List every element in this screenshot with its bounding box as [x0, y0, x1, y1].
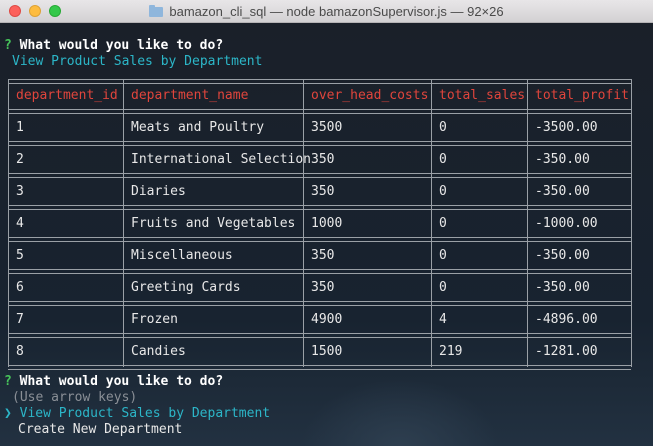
- folder-icon: [149, 5, 164, 17]
- table-row-border: [8, 369, 631, 370]
- table-row-border: [8, 269, 631, 270]
- table-row-border: [8, 173, 631, 174]
- column-header: department_id: [16, 88, 118, 103]
- table-column-border: [431, 79, 432, 367]
- column-header: over_head_costs: [311, 88, 429, 103]
- table-cell: 8: [16, 344, 24, 359]
- table-cell: 0: [439, 248, 447, 263]
- prompt-question: What would you like to do?: [19, 374, 224, 389]
- table-row-border: [8, 301, 631, 302]
- prompt-hint: (Use arrow keys): [12, 390, 138, 405]
- table-cell: 1: [16, 120, 24, 135]
- table-cell: Candies: [131, 344, 186, 359]
- table-cell: 1000: [311, 216, 343, 231]
- table-cell: 0: [439, 152, 447, 167]
- table-row-border: [8, 177, 631, 178]
- column-header: total_sales: [439, 88, 526, 103]
- menu-option[interactable]: Create New Department: [18, 422, 182, 438]
- table-row-border: [8, 109, 631, 110]
- table-cell: -4896.00: [535, 312, 598, 327]
- table-row-border: [8, 365, 631, 366]
- menu-option-label: Create New Department: [18, 422, 183, 437]
- table-row-border: [8, 141, 631, 142]
- table-cell: -350.00: [535, 152, 590, 167]
- table-cell: -1000.00: [535, 216, 598, 231]
- column-header: total_profit: [535, 88, 629, 103]
- table-row-border: [8, 333, 631, 334]
- table-cell: -350.00: [535, 280, 590, 295]
- table-row-border: [8, 237, 631, 238]
- table-cell: International Selection: [131, 152, 312, 167]
- table-cell: 350: [311, 184, 335, 199]
- table-row-border: [8, 273, 631, 274]
- terminal-window: bamazon_cli_sql — node bamazonSupervisor…: [0, 0, 653, 446]
- prompt-mark: ?: [4, 374, 12, 389]
- table-row-border: [8, 305, 631, 306]
- table-cell: 0: [439, 216, 447, 231]
- table-top-border: [8, 83, 631, 84]
- table-cell: 3500: [311, 120, 343, 135]
- table-cell: -3500.00: [535, 120, 598, 135]
- menu-option-selected[interactable]: ❯ View Product Sales by Department: [4, 406, 270, 422]
- table-column-border: [527, 79, 528, 367]
- table-cell: 1500: [311, 344, 343, 359]
- table-cell: 219: [439, 344, 463, 359]
- table-cell: 4: [439, 312, 447, 327]
- table-cell: Diaries: [131, 184, 186, 199]
- table-row-border: [8, 209, 631, 210]
- title-bar[interactable]: bamazon_cli_sql — node bamazonSupervisor…: [0, 0, 653, 23]
- table-row-border: [8, 241, 631, 242]
- prompt-question: What would you like to do?: [19, 38, 224, 53]
- table-cell: 6: [16, 280, 24, 295]
- prompt-mark: ?: [4, 38, 12, 53]
- table-cell: Meats and Poultry: [131, 120, 265, 135]
- table-cell: 0: [439, 280, 447, 295]
- table-cell: 350: [311, 248, 335, 263]
- table-cell: Greeting Cards: [131, 280, 241, 295]
- prompt-answer: View Product Sales by Department: [12, 54, 263, 69]
- table-cell: Miscellaneous: [131, 248, 233, 263]
- table-row-border: [8, 113, 631, 114]
- table-column-border: [631, 79, 632, 367]
- table-cell: -1281.00: [535, 344, 598, 359]
- column-header: department_name: [131, 88, 249, 103]
- table-cell: 3: [16, 184, 24, 199]
- table-cell: -350.00: [535, 184, 590, 199]
- table-cell: 350: [311, 280, 335, 295]
- table-column-border: [123, 79, 124, 367]
- table-top-border: [8, 79, 631, 80]
- menu-option-label: View Product Sales by Department: [19, 406, 271, 421]
- table-cell: 0: [439, 184, 447, 199]
- selection-pointer-icon: ❯: [4, 406, 12, 421]
- table-cell: 4: [16, 216, 24, 231]
- table-column-border: [303, 79, 304, 367]
- table-cell: 2: [16, 152, 24, 167]
- table-row-border: [8, 145, 631, 146]
- table-cell: 7: [16, 312, 24, 327]
- window-title-text: bamazon_cli_sql — node bamazonSupervisor…: [169, 4, 504, 19]
- table-cell: -350.00: [535, 248, 590, 263]
- prompt-line-2: ? What would you like to do?: [4, 374, 223, 390]
- prompt-line-1: ? What would you like to do?: [4, 38, 223, 54]
- table-column-border: [8, 79, 9, 367]
- table-cell: 5: [16, 248, 24, 263]
- table-cell: Frozen: [131, 312, 178, 327]
- table-row-border: [8, 205, 631, 206]
- table-cell: Fruits and Vegetables: [131, 216, 296, 231]
- terminal-content[interactable]: ? What would you like to do? View Produc…: [0, 23, 653, 446]
- background-mountain: [300, 378, 500, 446]
- table-cell: 0: [439, 120, 447, 135]
- table-cell: 350: [311, 152, 335, 167]
- table-row-border: [8, 337, 631, 338]
- table-cell: 4900: [311, 312, 343, 327]
- window-title: bamazon_cli_sql — node bamazonSupervisor…: [0, 4, 653, 19]
